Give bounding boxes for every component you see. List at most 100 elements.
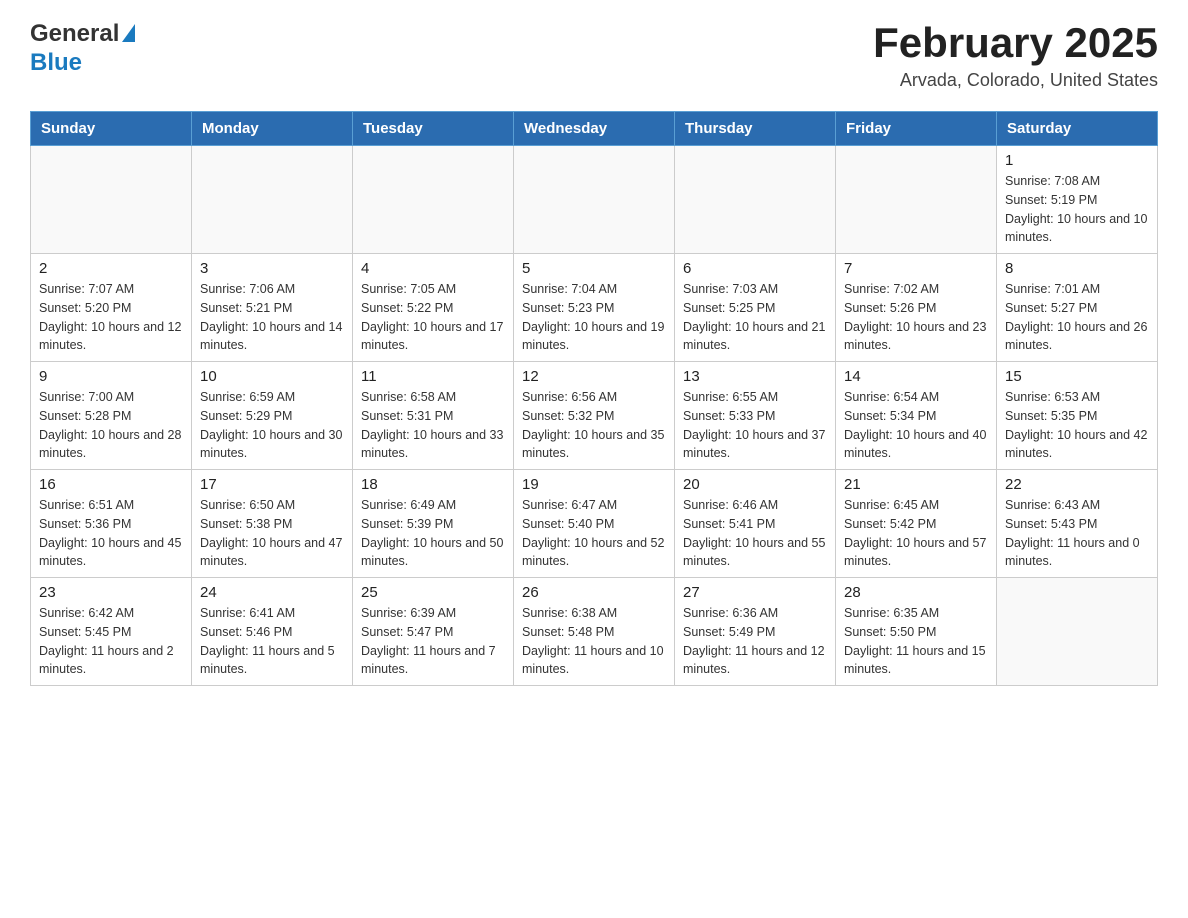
- day-info: Sunrise: 6:49 AMSunset: 5:39 PMDaylight:…: [361, 496, 505, 571]
- day-info: Sunrise: 6:58 AMSunset: 5:31 PMDaylight:…: [361, 388, 505, 463]
- weekday-header-friday: Friday: [836, 112, 997, 146]
- day-number: 3: [200, 260, 344, 277]
- weekday-header-sunday: Sunday: [31, 112, 192, 146]
- day-number: 19: [522, 476, 666, 493]
- calendar-cell: 15 Sunrise: 6:53 AMSunset: 5:35 PMDayligh…: [997, 362, 1158, 470]
- weekday-header-thursday: Thursday: [675, 112, 836, 146]
- calendar-cell: [353, 146, 514, 254]
- day-number: 14: [844, 368, 988, 385]
- calendar-cell: 10 Sunrise: 6:59 AMSunset: 5:29 PMDayligh…: [192, 362, 353, 470]
- day-info: Sunrise: 6:46 AMSunset: 5:41 PMDaylight:…: [683, 496, 827, 571]
- logo-triangle-icon: [122, 24, 135, 42]
- day-info: Sunrise: 6:42 AMSunset: 5:45 PMDaylight:…: [39, 604, 183, 679]
- day-number: 26: [522, 584, 666, 601]
- calendar-cell: 14 Sunrise: 6:54 AMSunset: 5:34 PMDayligh…: [836, 362, 997, 470]
- day-number: 23: [39, 584, 183, 601]
- calendar-cell: 1Sunrise: 7:08 AMSunset: 5:19 PMDaylight…: [997, 146, 1158, 254]
- month-title: February 2025: [873, 20, 1158, 66]
- calendar-table: SundayMondayTuesdayWednesdayThursdayFrid…: [30, 111, 1158, 686]
- day-info: Sunrise: 6:35 AMSunset: 5:50 PMDaylight:…: [844, 604, 988, 679]
- calendar-cell: 8Sunrise: 7:01 AMSunset: 5:27 PMDaylight…: [997, 254, 1158, 362]
- day-info: Sunrise: 7:04 AMSunset: 5:23 PMDaylight:…: [522, 280, 666, 355]
- day-info: Sunrise: 6:59 AMSunset: 5:29 PMDaylight:…: [200, 388, 344, 463]
- weekday-header-tuesday: Tuesday: [353, 112, 514, 146]
- day-number: 25: [361, 584, 505, 601]
- calendar-cell: [997, 578, 1158, 686]
- calendar-cell: 7 Sunrise: 7:02 AMSunset: 5:26 PMDaylight…: [836, 254, 997, 362]
- calendar-cell: 18Sunrise: 6:49 AMSunset: 5:39 PMDayligh…: [353, 470, 514, 578]
- calendar-cell: [675, 146, 836, 254]
- calendar-header: SundayMondayTuesdayWednesdayThursdayFrid…: [31, 112, 1158, 146]
- calendar-cell: 27 Sunrise: 6:36 AMSunset: 5:49 PMDayligh…: [675, 578, 836, 686]
- day-number: 24: [200, 584, 344, 601]
- day-info: Sunrise: 6:36 AMSunset: 5:49 PMDaylight:…: [683, 604, 827, 679]
- day-number: 10: [200, 368, 344, 385]
- day-info: Sunrise: 7:06 AMSunset: 5:21 PMDaylight:…: [200, 280, 344, 355]
- day-info: Sunrise: 6:54 AMSunset: 5:34 PMDaylight:…: [844, 388, 988, 463]
- calendar-cell: 9Sunrise: 7:00 AMSunset: 5:28 PMDaylight…: [31, 362, 192, 470]
- day-number: 16: [39, 476, 183, 493]
- logo-general-text: General: [30, 20, 119, 49]
- day-info: Sunrise: 6:47 AMSunset: 5:40 PMDaylight:…: [522, 496, 666, 571]
- calendar-cell: 19 Sunrise: 6:47 AMSunset: 5:40 PMDayligh…: [514, 470, 675, 578]
- calendar-cell: 13 Sunrise: 6:55 AMSunset: 5:33 PMDayligh…: [675, 362, 836, 470]
- day-number: 12: [522, 368, 666, 385]
- day-number: 2: [39, 260, 183, 277]
- day-number: 22: [1005, 476, 1149, 493]
- day-info: Sunrise: 6:41 AMSunset: 5:46 PMDaylight:…: [200, 604, 344, 679]
- location-subtitle: Arvada, Colorado, United States: [873, 70, 1158, 91]
- weekday-header-row: SundayMondayTuesdayWednesdayThursdayFrid…: [31, 112, 1158, 146]
- day-info: Sunrise: 6:43 AMSunset: 5:43 PMDaylight:…: [1005, 496, 1149, 571]
- calendar-week-row: 1Sunrise: 7:08 AMSunset: 5:19 PMDaylight…: [31, 146, 1158, 254]
- day-number: 8: [1005, 260, 1149, 277]
- calendar-week-row: 23 Sunrise: 6:42 AMSunset: 5:45 PMDayligh…: [31, 578, 1158, 686]
- day-info: Sunrise: 6:53 AMSunset: 5:35 PMDaylight:…: [1005, 388, 1149, 463]
- day-number: 15: [1005, 368, 1149, 385]
- calendar-week-row: 9Sunrise: 7:00 AMSunset: 5:28 PMDaylight…: [31, 362, 1158, 470]
- logo: General Blue: [30, 20, 135, 78]
- calendar-cell: 5 Sunrise: 7:04 AMSunset: 5:23 PMDaylight…: [514, 254, 675, 362]
- calendar-cell: 17 Sunrise: 6:50 AMSunset: 5:38 PMDayligh…: [192, 470, 353, 578]
- day-info: Sunrise: 6:39 AMSunset: 5:47 PMDaylight:…: [361, 604, 505, 679]
- day-info: Sunrise: 6:55 AMSunset: 5:33 PMDaylight:…: [683, 388, 827, 463]
- calendar-cell: [514, 146, 675, 254]
- day-number: 20: [683, 476, 827, 493]
- day-info: Sunrise: 6:38 AMSunset: 5:48 PMDaylight:…: [522, 604, 666, 679]
- calendar-cell: 12 Sunrise: 6:56 AMSunset: 5:32 PMDayligh…: [514, 362, 675, 470]
- day-number: 11: [361, 368, 505, 385]
- day-info: Sunrise: 6:56 AMSunset: 5:32 PMDaylight:…: [522, 388, 666, 463]
- day-number: 13: [683, 368, 827, 385]
- calendar-week-row: 2Sunrise: 7:07 AMSunset: 5:20 PMDaylight…: [31, 254, 1158, 362]
- day-number: 4: [361, 260, 505, 277]
- calendar-cell: 16Sunrise: 6:51 AMSunset: 5:36 PMDayligh…: [31, 470, 192, 578]
- calendar-cell: 24 Sunrise: 6:41 AMSunset: 5:46 PMDayligh…: [192, 578, 353, 686]
- weekday-header-wednesday: Wednesday: [514, 112, 675, 146]
- day-info: Sunrise: 7:03 AMSunset: 5:25 PMDaylight:…: [683, 280, 827, 355]
- calendar-cell: 26 Sunrise: 6:38 AMSunset: 5:48 PMDayligh…: [514, 578, 675, 686]
- weekday-header-monday: Monday: [192, 112, 353, 146]
- day-number: 27: [683, 584, 827, 601]
- calendar-body: 1Sunrise: 7:08 AMSunset: 5:19 PMDaylight…: [31, 146, 1158, 686]
- calendar-cell: 25 Sunrise: 6:39 AMSunset: 5:47 PMDayligh…: [353, 578, 514, 686]
- calendar-cell: 6 Sunrise: 7:03 AMSunset: 5:25 PMDaylight…: [675, 254, 836, 362]
- day-info: Sunrise: 7:02 AMSunset: 5:26 PMDaylight:…: [844, 280, 988, 355]
- calendar-cell: 28 Sunrise: 6:35 AMSunset: 5:50 PMDayligh…: [836, 578, 997, 686]
- calendar-cell: 11 Sunrise: 6:58 AMSunset: 5:31 PMDayligh…: [353, 362, 514, 470]
- calendar-cell: [31, 146, 192, 254]
- calendar-cell: [192, 146, 353, 254]
- title-block: February 2025 Arvada, Colorado, United S…: [873, 20, 1158, 91]
- day-number: 21: [844, 476, 988, 493]
- day-number: 5: [522, 260, 666, 277]
- day-info: Sunrise: 7:00 AMSunset: 5:28 PMDaylight:…: [39, 388, 183, 463]
- calendar-cell: 20 Sunrise: 6:46 AMSunset: 5:41 PMDayligh…: [675, 470, 836, 578]
- day-number: 28: [844, 584, 988, 601]
- day-info: Sunrise: 6:50 AMSunset: 5:38 PMDaylight:…: [200, 496, 344, 571]
- day-number: 6: [683, 260, 827, 277]
- day-number: 7: [844, 260, 988, 277]
- day-number: 17: [200, 476, 344, 493]
- calendar-cell: 4 Sunrise: 7:05 AMSunset: 5:22 PMDaylight…: [353, 254, 514, 362]
- day-info: Sunrise: 7:05 AMSunset: 5:22 PMDaylight:…: [361, 280, 505, 355]
- calendar-cell: 23 Sunrise: 6:42 AMSunset: 5:45 PMDayligh…: [31, 578, 192, 686]
- weekday-header-saturday: Saturday: [997, 112, 1158, 146]
- day-info: Sunrise: 6:45 AMSunset: 5:42 PMDaylight:…: [844, 496, 988, 571]
